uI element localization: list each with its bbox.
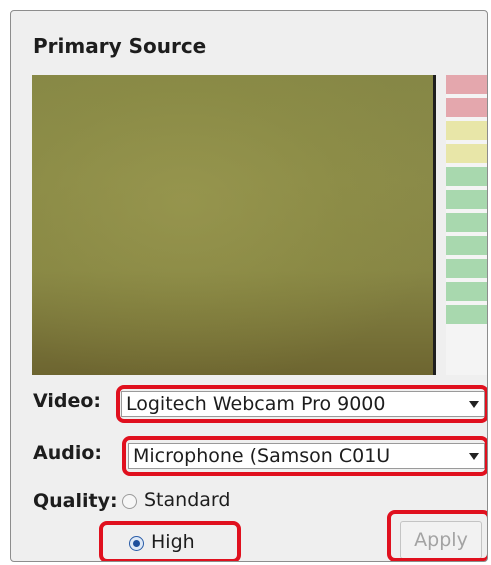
level-meter-segment <box>446 98 487 117</box>
panel-title: Primary Source <box>33 34 207 58</box>
audio-level-meter <box>446 75 487 375</box>
level-meter-segment <box>446 190 487 209</box>
level-meter-segment <box>446 144 487 163</box>
audio-device-select[interactable]: Microphone (Samson C01U <box>128 443 485 469</box>
chevron-down-icon <box>469 453 479 460</box>
level-meter-segment <box>446 167 487 186</box>
level-meter-segment <box>446 282 487 301</box>
radio-dot-icon <box>133 540 140 547</box>
apply-button[interactable]: Apply <box>400 521 482 559</box>
quality-high-label[interactable]: High <box>151 531 195 553</box>
quality-standard-radio[interactable] <box>122 494 137 509</box>
quality-standard-label[interactable]: Standard <box>144 489 230 511</box>
chevron-down-icon <box>469 401 479 408</box>
level-meter-segment <box>446 236 487 255</box>
video-device-select[interactable]: Logitech Webcam Pro 9000 <box>121 391 485 417</box>
video-device-value: Logitech Webcam Pro 9000 <box>126 393 386 415</box>
preview-divider <box>433 75 436 375</box>
level-meter-segment <box>446 121 487 140</box>
level-meter-segment <box>446 213 487 232</box>
quality-high-radio[interactable] <box>129 536 144 551</box>
audio-label: Audio: <box>33 442 102 464</box>
level-meter-segment <box>446 75 487 94</box>
video-label: Video: <box>33 390 102 412</box>
level-meter-segment <box>446 259 487 278</box>
quality-label: Quality: <box>33 490 118 512</box>
video-preview <box>32 75 433 375</box>
primary-source-panel: Primary Source Video: Logitech Webcam Pr… <box>10 10 488 562</box>
level-meter-segment <box>446 305 487 324</box>
audio-device-value: Microphone (Samson C01U <box>133 445 391 467</box>
